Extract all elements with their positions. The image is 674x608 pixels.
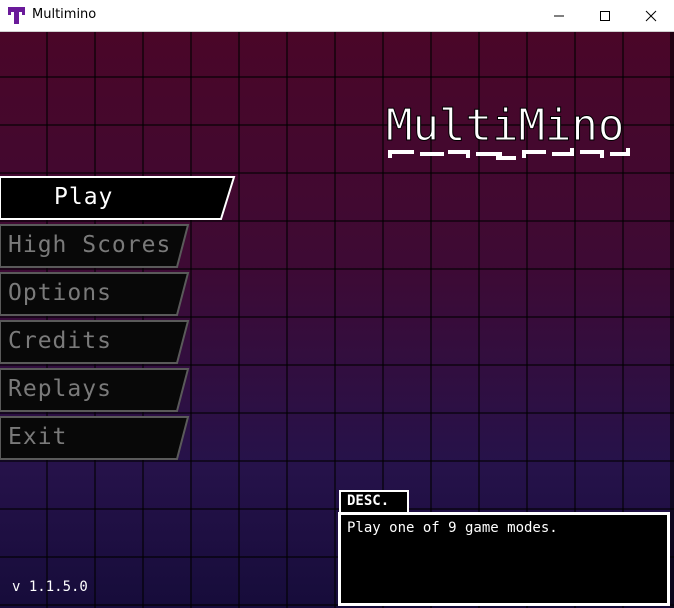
menu-credits-button[interactable]: Credits bbox=[0, 320, 190, 364]
menu-credits-label: Credits bbox=[8, 328, 112, 354]
menu-options-button[interactable]: Options bbox=[0, 272, 190, 316]
menu-options-label: Options bbox=[8, 280, 112, 306]
description-tab: DESC. bbox=[339, 490, 409, 512]
app-window: Multimino MultiMino Play High Scores Opt… bbox=[0, 0, 674, 608]
version-label: v 1.1.5.0 bbox=[12, 579, 88, 595]
description-text: Play one of 9 game modes. bbox=[347, 520, 558, 536]
menu-high-scores-label: High Scores bbox=[8, 232, 172, 258]
menu-exit-label: Exit bbox=[8, 424, 68, 450]
close-icon bbox=[645, 10, 657, 22]
window-title: Multimino bbox=[32, 7, 97, 22]
menu-replays-button[interactable]: Replays bbox=[0, 368, 190, 412]
minimize-icon bbox=[554, 15, 564, 17]
menu-replays-label: Replays bbox=[8, 376, 112, 402]
maximize-icon bbox=[600, 11, 610, 21]
description-panel: Play one of 9 game modes. bbox=[338, 512, 670, 606]
menu-play-label: Play bbox=[54, 184, 114, 210]
menu-high-scores-button[interactable]: High Scores bbox=[0, 224, 190, 268]
description-tab-label: DESC. bbox=[347, 493, 390, 509]
logo-text: MultiMino bbox=[386, 100, 624, 151]
game-logo: MultiMino bbox=[386, 100, 630, 160]
app-icon bbox=[8, 7, 25, 24]
close-button[interactable] bbox=[628, 0, 674, 31]
play-button-frame bbox=[0, 176, 236, 220]
menu-exit-button[interactable]: Exit bbox=[0, 416, 190, 460]
menu-play-button[interactable]: Play bbox=[0, 176, 236, 220]
maximize-button[interactable] bbox=[582, 0, 628, 31]
minimize-button[interactable] bbox=[536, 0, 582, 31]
game-canvas: MultiMino Play High Scores Options Credi… bbox=[0, 32, 674, 608]
title-bar[interactable]: Multimino bbox=[0, 0, 674, 32]
